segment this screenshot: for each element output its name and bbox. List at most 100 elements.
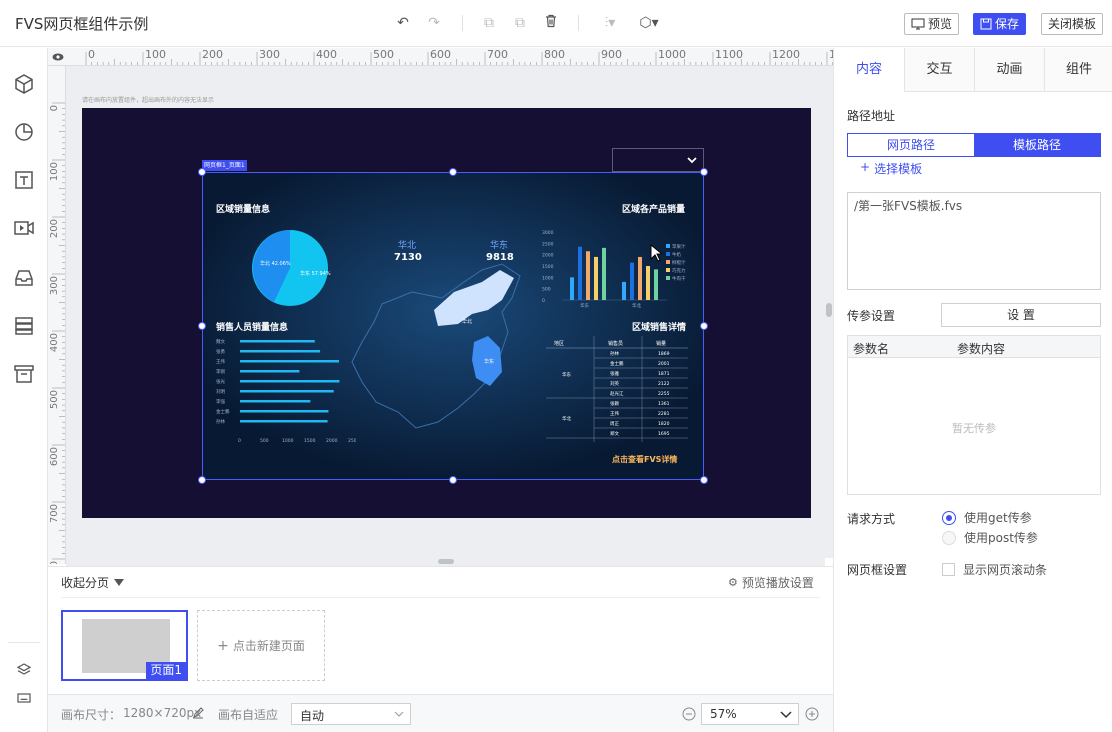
select-template-link[interactable]: + 选择模板 (860, 160, 922, 177)
ruler-tick-label: 700 (487, 48, 508, 61)
ruler-tick-label: 700 (49, 504, 60, 524)
path-textarea[interactable]: /第一张FVS模板.fvs (847, 192, 1101, 290)
ruler-tick-label: 400 (49, 333, 60, 353)
request-post-radio[interactable]: 使用post传参 (942, 529, 1038, 546)
zoom-out-icon[interactable] (682, 707, 696, 721)
page-thumbnail-label: 页面1 (146, 662, 186, 679)
design-canvas[interactable]: 区域销量信息 区域各产品销量 销售人员销量信息 区域销售详情 华北 42.06%… (82, 108, 811, 518)
canvas-hint: 请在画布内放置组件，超出画布外的内容无法显示 (82, 97, 215, 104)
tab-content[interactable]: 内容 (834, 48, 904, 92)
radio-checked-icon (942, 510, 956, 525)
editor-workspace[interactable]: 请在画布内放置组件，超出画布外的内容无法显示 区域销量信息 区域各产品销量 销售… (66, 66, 825, 558)
resize-handle[interactable] (700, 322, 708, 330)
undo-icon[interactable]: ↶ (394, 14, 412, 32)
resize-handle[interactable] (700, 476, 708, 484)
page-thumbnail[interactable]: 页面1 (61, 610, 188, 681)
frame-settings-label: 网页框设置 (847, 563, 908, 577)
horizontal-scroll-thumb[interactable] (438, 559, 454, 564)
path-mode-web[interactable]: 网页路径 (848, 134, 974, 156)
text-icon[interactable] (12, 168, 36, 192)
canvas-size: 画布尺寸： 1280×720px (61, 706, 201, 723)
request-get-label: 使用get传参 (964, 511, 1032, 525)
layers-icon[interactable] (16, 662, 32, 678)
zoom-in-icon[interactable] (805, 707, 819, 721)
resize-handle[interactable] (449, 476, 457, 484)
preview-label: 预览 (928, 17, 953, 31)
zoom-select[interactable]: 57% (701, 703, 799, 725)
settings-icon: ⚙ (728, 576, 738, 589)
ruler-tick-label: 1200 (772, 48, 800, 61)
selection-outline (202, 172, 704, 480)
layer-dropdown-icon[interactable]: ⬡▾ (637, 14, 661, 32)
ruler-tick-label: 100 (145, 48, 166, 61)
inbox-icon[interactable] (12, 266, 36, 290)
select-template-label: 选择模板 (874, 162, 923, 176)
horizontal-ruler: 0 100 200 300 400 500 600 700 800 900 1000 1100 1200… (48, 48, 833, 66)
request-post-label: 使用post传参 (964, 531, 1038, 545)
chevron-down-icon (780, 711, 792, 719)
ruler-tick-label: 200 (49, 219, 60, 239)
edit-icon[interactable] (192, 707, 204, 719)
ruler-tick-label: 100 (49, 162, 60, 182)
save-button[interactable]: 保存 (973, 13, 1027, 35)
align-dropdown-icon[interactable]: ⫶▾ (598, 14, 622, 32)
vertical-scroll-thumb[interactable] (826, 303, 832, 317)
canvas-size-label: 画布尺寸： (61, 708, 122, 722)
resize-handle[interactable] (198, 168, 206, 176)
delete-icon[interactable] (542, 14, 560, 32)
bring-forward-icon[interactable]: ⧉ (480, 14, 498, 32)
resize-handle[interactable] (198, 476, 206, 484)
ruler-tick-label: 0 (49, 105, 60, 112)
request-label: 请求方式 (847, 512, 896, 526)
ruler-ticks (52, 102, 65, 560)
vertical-scrollbar[interactable] (825, 66, 833, 558)
archive-icon[interactable] (12, 362, 36, 386)
eye-icon[interactable] (52, 52, 64, 62)
new-page-label: 点击新建页面 (232, 639, 305, 653)
resize-handle[interactable] (198, 322, 206, 330)
radio-unchecked-icon (942, 530, 956, 545)
preview-button[interactable]: 预览 (904, 13, 960, 35)
redo-icon[interactable]: ↷ (425, 14, 443, 32)
canvas-size-value: 1280×720px (123, 706, 202, 720)
horizontal-scrollbar[interactable] (66, 558, 825, 566)
keyboard-icon[interactable] (16, 690, 32, 706)
server-icon[interactable] (12, 314, 36, 338)
canvas-adapt-select[interactable]: 自动 (291, 703, 411, 725)
plus-icon: + (217, 637, 229, 654)
tab-animation[interactable]: 动画 (974, 48, 1044, 92)
resize-handle[interactable] (700, 168, 708, 176)
request-get-radio[interactable]: 使用get传参 (942, 509, 1032, 526)
canvas-dropdown[interactable] (612, 148, 704, 172)
component-sidebar (0, 48, 48, 732)
canvas-adapt-label: 画布自适应 (218, 708, 279, 722)
tab-component[interactable]: 组件 (1044, 48, 1112, 92)
close-template-button[interactable]: 关闭模板 (1041, 13, 1104, 35)
param-col-content: 参数内容 (957, 342, 1006, 356)
playback-settings-button[interactable]: ⚙ 预览播放设置 (728, 574, 814, 591)
path-mode-template[interactable]: 模板路径 (974, 134, 1100, 156)
ruler-tick-label: 800 (544, 48, 565, 61)
param-col-name: 参数名 (853, 342, 890, 356)
toolbar-divider (462, 15, 463, 31)
pie-chart-icon[interactable] (12, 120, 36, 144)
ruler-tick-label: 600 (430, 48, 451, 61)
param-label: 传参设置 (847, 309, 896, 323)
send-backward-icon[interactable]: ⧉ (511, 14, 529, 32)
zoom-value: 57% (710, 707, 737, 721)
save-icon (980, 18, 992, 30)
tab-interaction[interactable]: 交互 (904, 48, 974, 92)
resize-handle[interactable] (449, 168, 457, 176)
video-icon[interactable] (12, 216, 36, 240)
show-scrollbar-checkbox[interactable]: 显示网页滚动条 (942, 561, 1047, 578)
app-title: FVS网页框组件示例 (15, 15, 149, 33)
collapse-pages-toggle[interactable]: 收起分页 (61, 574, 125, 591)
toolbar-divider (578, 15, 579, 31)
vertical-ruler: 0 100 200 300 400 500 600 700 800 (48, 66, 66, 564)
new-page-button[interactable]: + 点击新建页面 (197, 610, 325, 681)
cube-icon[interactable] (12, 72, 36, 96)
top-toolbar: FVS网页框组件示例 ↶ ↷ ⧉ ⧉ ⫶▾ ⬡▾ 预览 保存 关闭模板 (0, 0, 1112, 47)
show-scrollbar-label: 显示网页滚动条 (963, 563, 1048, 577)
param-settings-button[interactable]: 设 置 (941, 303, 1101, 327)
properties-panel: 内容 交互 动画 组件 路径地址 网页路径 模板路径 + 选择模板 /第一张FV… (833, 48, 1112, 732)
